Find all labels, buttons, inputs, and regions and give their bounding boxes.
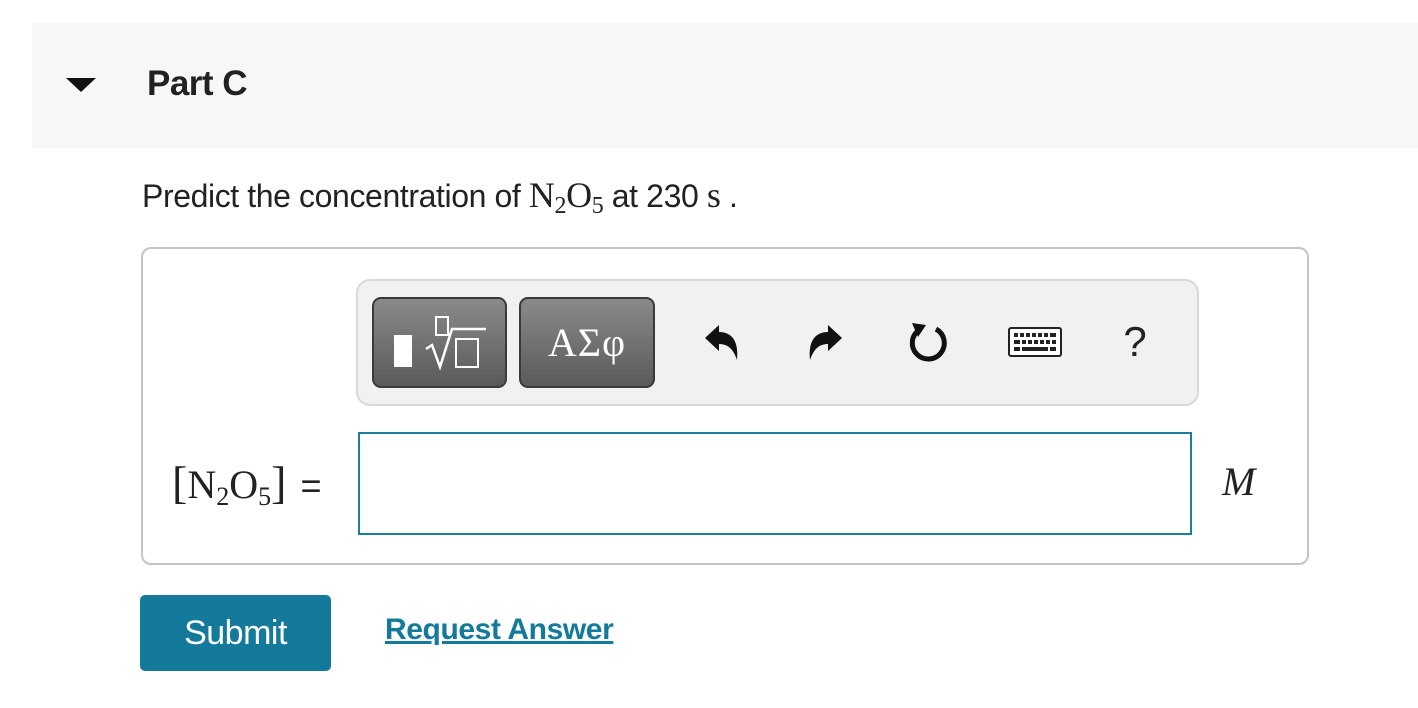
caret-down-icon[interactable] <box>66 78 96 92</box>
answer-input[interactable] <box>358 432 1192 535</box>
submit-button[interactable]: Submit <box>140 595 331 671</box>
question-unit: s <box>706 175 721 215</box>
question-text: Predict the concentration of N2O5 at 230… <box>142 174 738 219</box>
templates-radical-icon <box>393 315 486 371</box>
templates-button[interactable] <box>372 297 507 388</box>
question-suffix: . <box>720 178 738 214</box>
question-middle: at 230 <box>603 178 707 214</box>
redo-button[interactable] <box>800 312 850 372</box>
keyboard-icon <box>1008 327 1062 357</box>
redo-icon <box>809 325 842 360</box>
reset-button[interactable] <box>903 312 955 372</box>
keyboard-button[interactable] <box>1005 312 1065 372</box>
greek-symbols-button[interactable]: ΑΣφ <box>519 297 655 388</box>
help-button[interactable]: ? <box>1115 312 1155 372</box>
undo-icon <box>705 325 738 360</box>
answer-unit: M <box>1222 459 1256 504</box>
question-prefix: Predict the concentration of <box>142 178 529 214</box>
part-title: Part C <box>147 64 248 103</box>
undo-button[interactable] <box>697 312 747 372</box>
request-answer-link[interactable]: Request Answer <box>385 613 614 647</box>
question-formula: N2O5 <box>528 175 604 219</box>
reset-icon <box>909 323 947 362</box>
answer-label: [N2O5] = <box>172 457 322 511</box>
